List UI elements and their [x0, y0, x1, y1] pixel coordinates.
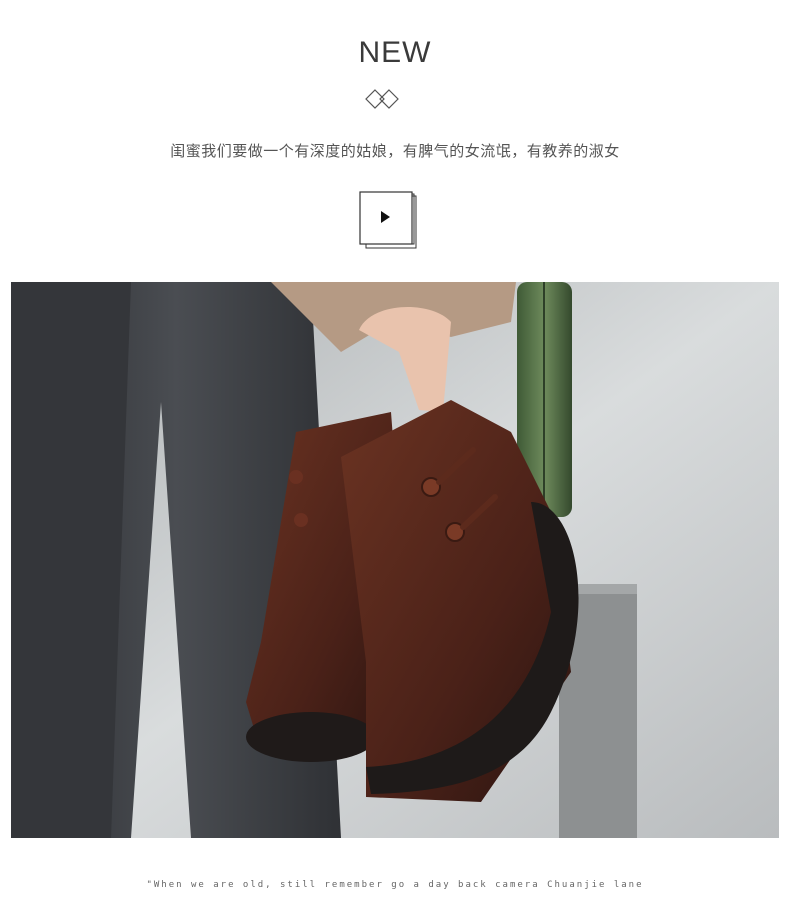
page-title: NEW: [358, 36, 432, 69]
play-button[interactable]: [358, 190, 418, 250]
double-diamond-icon: [365, 89, 399, 109]
tagline: 闺蜜我们要做一个有深度的姑娘，有脾气的女流氓，有教养的淑女: [170, 142, 620, 160]
product-photo: [11, 282, 779, 838]
footer-quote: "When we are old, still remember go a da…: [146, 880, 644, 890]
